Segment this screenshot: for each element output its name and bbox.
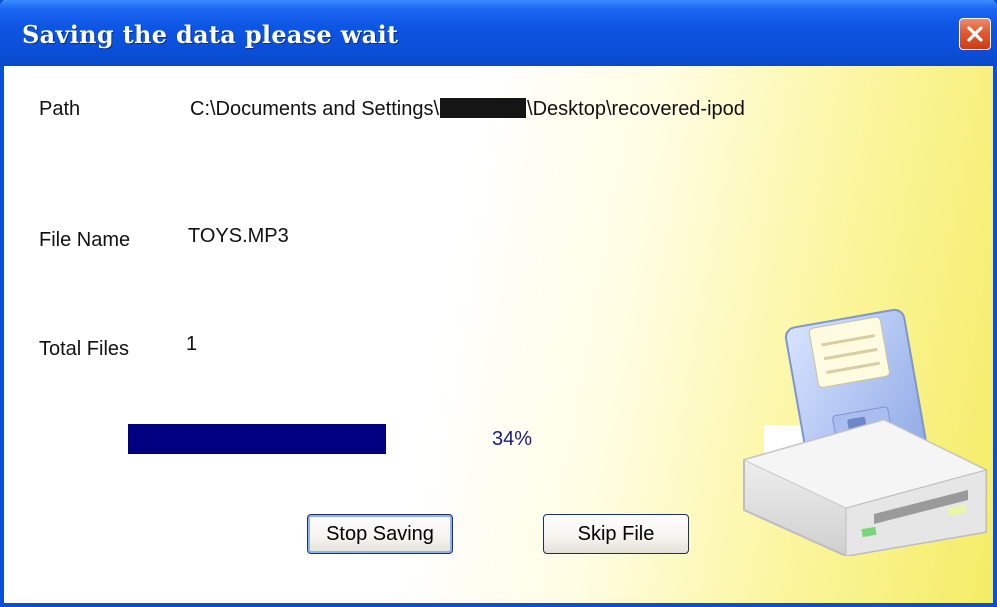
save-dialog-window: Saving the data please wait Path C:\Docu… (0, 0, 997, 607)
path-prefix: C:\Documents and Settings\ (190, 98, 440, 120)
floppy-drive-icon (742, 308, 988, 556)
window-title: Saving the data please wait (22, 20, 399, 49)
path-value: C:\Documents and Settings\ \Desktop\recov… (190, 98, 745, 121)
skip-file-button[interactable]: Skip File (543, 514, 689, 554)
progress-bar (128, 424, 698, 454)
stop-saving-button[interactable]: Stop Saving (307, 514, 453, 554)
total-files-value: 1 (186, 333, 198, 355)
progress-fill (128, 424, 386, 454)
redacted-username (440, 98, 527, 118)
progress-percent: 34% (492, 428, 533, 450)
close-icon (967, 26, 983, 42)
file-name-value: TOYS.MP3 (188, 225, 289, 247)
close-button[interactable] (959, 18, 991, 50)
file-name-label: File Name (39, 229, 131, 251)
path-label: Path (39, 98, 81, 120)
path-suffix: \Desktop\recovered-ipod (527, 98, 745, 120)
title-bar[interactable]: Saving the data please wait (0, 0, 997, 66)
total-files-label: Total Files (39, 338, 130, 360)
